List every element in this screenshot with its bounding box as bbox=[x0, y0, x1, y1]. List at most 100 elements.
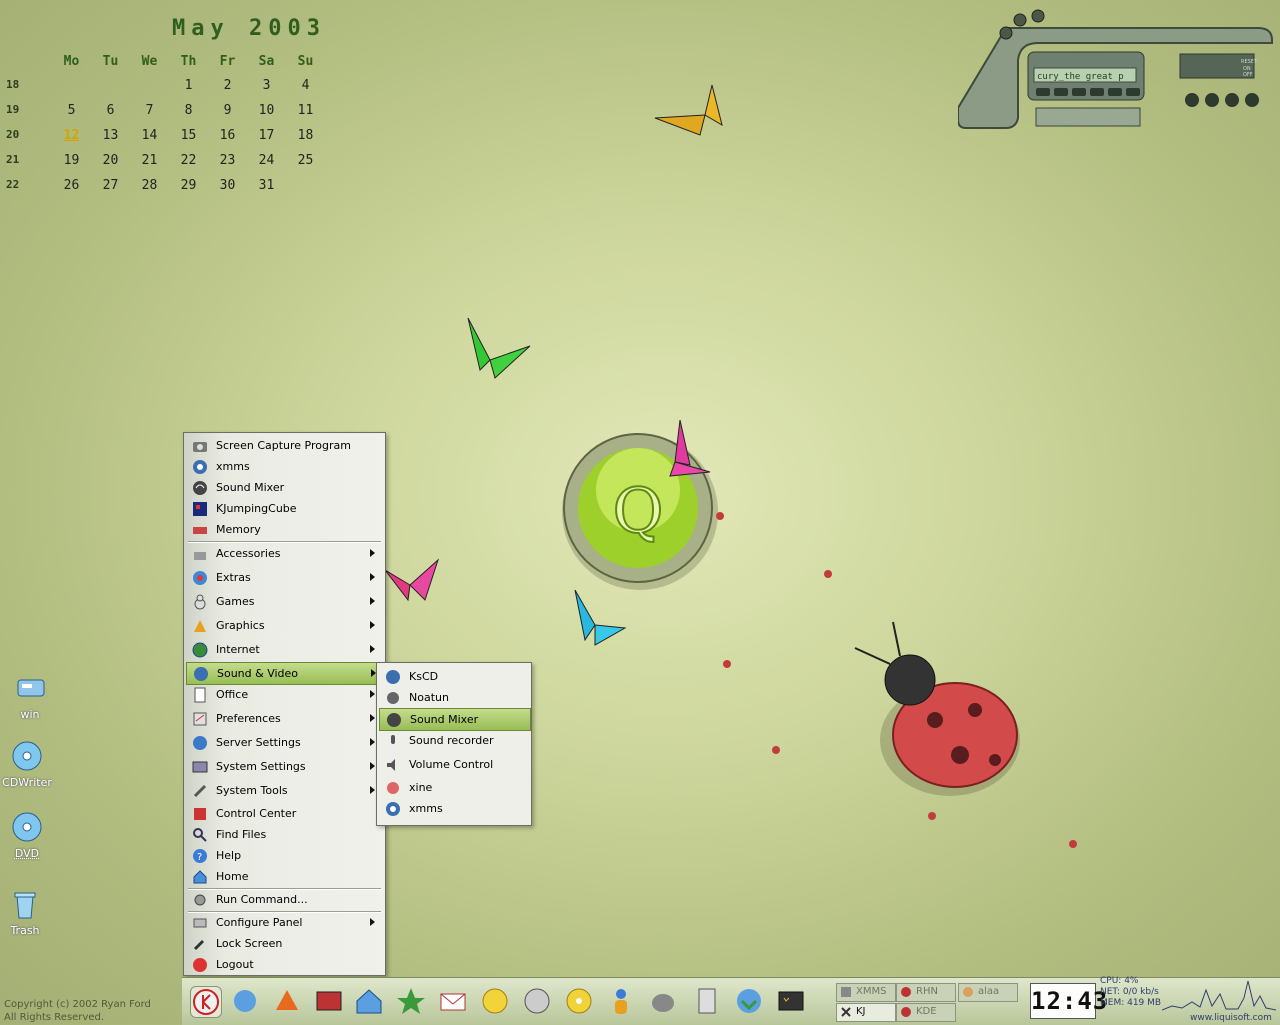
calendar-date: 30 bbox=[219, 178, 236, 193]
submenu-arrow-icon bbox=[370, 549, 375, 557]
menu-item-label: Server Settings bbox=[216, 736, 301, 749]
konqueror-icon[interactable] bbox=[230, 986, 260, 1016]
cd-burner-icon[interactable] bbox=[522, 986, 552, 1016]
xine-icon bbox=[385, 780, 401, 796]
gimp-icon[interactable] bbox=[648, 986, 678, 1016]
smiley-icon[interactable] bbox=[480, 986, 510, 1016]
terminal-icon[interactable] bbox=[314, 986, 344, 1016]
menu-item-system-settings[interactable]: System Settings bbox=[186, 756, 383, 777]
mail-icon[interactable] bbox=[438, 986, 468, 1016]
menu-item-label: Home bbox=[216, 870, 249, 883]
preferences-icon bbox=[192, 711, 208, 727]
task-button-alaa[interactable]: alaa bbox=[958, 983, 1018, 1002]
update-icon[interactable] bbox=[734, 986, 764, 1016]
stop-icon[interactable] bbox=[1072, 88, 1086, 96]
gear-icon bbox=[192, 892, 208, 908]
calendar-date: 17 bbox=[258, 128, 275, 143]
server-icon bbox=[192, 735, 208, 751]
ladybug bbox=[854, 621, 1020, 796]
star-icon[interactable] bbox=[396, 986, 426, 1016]
menu-item-label: xine bbox=[409, 781, 433, 794]
menu-item-sound-mixer[interactable]: Sound Mixer bbox=[186, 477, 383, 498]
clock[interactable]: 12:43 bbox=[1030, 983, 1107, 1019]
menu-item-control-center[interactable]: Control Center bbox=[186, 803, 383, 824]
submenu-item-xine[interactable]: xine bbox=[379, 777, 529, 798]
k-menu-button[interactable] bbox=[190, 986, 222, 1018]
menu-item-label: Noatun bbox=[409, 691, 449, 704]
menu-item-preferences[interactable]: Preferences bbox=[186, 708, 383, 729]
desktop-icon-cdwriter[interactable]: CDWriter bbox=[0, 740, 57, 789]
menu-item-accessories[interactable]: Accessories bbox=[186, 543, 383, 564]
shell-icon[interactable] bbox=[272, 986, 302, 1016]
play-icon[interactable] bbox=[1108, 88, 1122, 96]
cd-player-icon[interactable] bbox=[564, 986, 594, 1016]
shade-icon[interactable] bbox=[1013, 13, 1027, 27]
help-icon[interactable] bbox=[1245, 93, 1259, 107]
menu-item-games[interactable]: Games bbox=[186, 591, 383, 612]
menu-item-label: Memory bbox=[216, 523, 261, 536]
menu-item-logout[interactable]: Logout bbox=[186, 954, 383, 975]
close-icon[interactable] bbox=[1031, 9, 1045, 23]
submenu-item-noatun[interactable]: Noatun bbox=[379, 687, 529, 708]
desktop-calendar: May 2003 Mo Tu We Th Fr Sa Su 18 1 2 3 4 19 5 6 7 8 9 10 1… bbox=[0, 10, 340, 200]
menu-item-kjumpingcube[interactable]: KJumpingCube bbox=[186, 498, 383, 519]
home-icon[interactable] bbox=[354, 986, 384, 1016]
calendar-date: 26 bbox=[63, 178, 80, 193]
menu-item-find-files[interactable]: Find Files bbox=[186, 824, 383, 845]
submenu-item-sound-mixer[interactable]: Sound Mixer bbox=[379, 708, 531, 731]
calendar-date: 21 bbox=[141, 153, 158, 168]
control-center-icon bbox=[192, 806, 208, 822]
menu-item-xmms[interactable]: xmms bbox=[186, 456, 383, 477]
rewind-icon[interactable] bbox=[1054, 88, 1068, 96]
desktop-icon-trash[interactable]: Trash bbox=[0, 888, 55, 937]
task-button-kde[interactable]: KDE bbox=[896, 1003, 956, 1022]
calendar-title: May 2003 bbox=[172, 16, 326, 41]
task-button-rhn[interactable]: RHN bbox=[896, 983, 956, 1002]
submenu-item-kscd[interactable]: KsCD bbox=[379, 666, 529, 687]
task-button-kj[interactable]: KJ bbox=[836, 1003, 896, 1022]
menu-item-lock-screen[interactable]: Lock Screen bbox=[186, 933, 383, 954]
menu-item-label: Sound Mixer bbox=[410, 713, 479, 726]
calculator-icon[interactable] bbox=[692, 986, 722, 1016]
menu-item-internet[interactable]: Internet bbox=[186, 639, 383, 660]
menu-item-configure-panel[interactable]: Configure Panel bbox=[186, 912, 383, 933]
dvd-drive-icon bbox=[11, 811, 43, 843]
menu-item-system-tools[interactable]: System Tools bbox=[186, 780, 383, 801]
desktop-icon-dvd[interactable]: DVD bbox=[0, 811, 57, 860]
settings-icon[interactable] bbox=[1225, 93, 1239, 107]
menu-item-graphics[interactable]: Graphics bbox=[186, 615, 383, 636]
calendar-date: 14 bbox=[141, 128, 158, 143]
menu-item-extras[interactable]: Extras bbox=[186, 567, 383, 588]
calendar-date: 27 bbox=[102, 178, 119, 193]
system-tools-icon bbox=[192, 783, 208, 799]
submenu-item-sound-recorder[interactable]: Sound recorder bbox=[379, 730, 529, 751]
menu-item-label: KJumpingCube bbox=[216, 502, 297, 515]
messenger-icon[interactable] bbox=[606, 986, 636, 1016]
desktop-preview-icon[interactable] bbox=[776, 986, 806, 1016]
url-label: www.liquisoft.com bbox=[1190, 1013, 1272, 1023]
submenu-item-xmms[interactable]: xmms bbox=[379, 798, 529, 819]
prev-icon[interactable] bbox=[1036, 88, 1050, 96]
playlist-icon[interactable] bbox=[1185, 93, 1199, 107]
menu-item-server-settings[interactable]: Server Settings bbox=[186, 732, 383, 753]
equalizer-icon[interactable] bbox=[1205, 93, 1219, 107]
cpu-graph bbox=[1162, 980, 1276, 1011]
menu-item-label: Preferences bbox=[216, 712, 281, 725]
menu-item-office[interactable]: Office bbox=[186, 684, 383, 705]
task-button-xmms[interactable]: XMMS bbox=[836, 983, 896, 1002]
minimize-icon[interactable] bbox=[999, 26, 1013, 40]
menu-item-help[interactable]: ? Help bbox=[186, 845, 383, 866]
menu-item-memory[interactable]: Memory bbox=[186, 519, 383, 540]
menu-item-screen-capture[interactable]: Screen Capture Program bbox=[186, 435, 383, 456]
menu-item-sound-video[interactable]: Sound & Video bbox=[186, 662, 385, 685]
next-icon[interactable] bbox=[1126, 88, 1140, 96]
menu-item-label: System Tools bbox=[216, 784, 288, 797]
submenu-item-volume-control[interactable]: Volume Control bbox=[379, 754, 529, 775]
desktop-icon-win[interactable]: win bbox=[0, 672, 60, 721]
desktop-icon-label: DVD bbox=[14, 847, 40, 860]
calendar-date: 4 bbox=[301, 78, 310, 93]
menu-item-run-command[interactable]: Run Command... bbox=[186, 889, 383, 910]
memory-icon bbox=[192, 522, 208, 538]
pause-icon[interactable] bbox=[1090, 88, 1104, 96]
menu-item-home[interactable]: Home bbox=[186, 866, 383, 887]
